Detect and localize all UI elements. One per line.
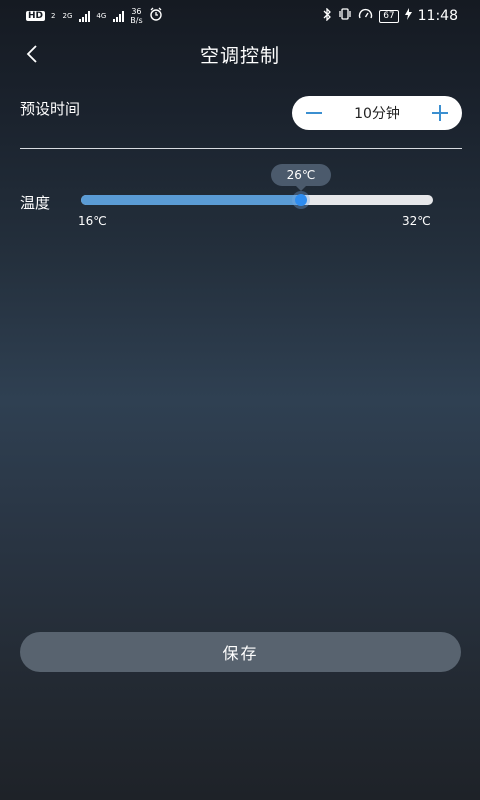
charging-icon (404, 8, 412, 24)
network-type-1: 2G (62, 11, 73, 20)
signal-icon-2 (113, 10, 125, 22)
speedometer-icon (358, 8, 373, 24)
preset-time-row: 预设时间 10分钟 (20, 96, 462, 130)
temperature-label: 温度 (20, 194, 51, 212)
preset-time-label: 预设时间 (20, 100, 81, 118)
temperature-row: 温度 26℃ 16℃ 32℃ (20, 160, 462, 240)
status-left: HD 2 2G 4G 36 B/s (26, 7, 163, 25)
vibrate-icon (338, 8, 352, 24)
save-button[interactable]: 保存 (20, 632, 461, 672)
back-button[interactable] (14, 36, 50, 72)
clock-time: 11:48 (417, 8, 458, 24)
page-title: 空调控制 (199, 44, 280, 67)
bluetooth-icon (323, 6, 332, 25)
bubble-tail (296, 186, 306, 191)
temperature-slider-fill (81, 195, 301, 205)
signal-icon (79, 10, 91, 22)
network-type-2: 4G (96, 11, 107, 20)
preset-time-stepper: 10分钟 (292, 96, 462, 130)
battery-indicator: 67 (379, 9, 399, 23)
plus-icon (431, 105, 448, 121)
network-speed-unit: B/s (130, 16, 143, 25)
temperature-min-label: 16℃ (78, 214, 107, 228)
decrement-button[interactable] (302, 101, 326, 125)
divider (20, 148, 462, 149)
sim-number: 2 (51, 11, 56, 20)
minus-icon (306, 112, 322, 114)
status-right: 67 11:48 (323, 6, 458, 25)
preset-time-value: 10分钟 (354, 106, 400, 122)
chevron-left-icon (26, 45, 37, 63)
top-nav: 空调控制 (0, 32, 480, 76)
network-speed: 36 B/s (130, 7, 142, 25)
network-speed-value: 36 (131, 7, 142, 16)
temperature-value-bubble: 26℃ (271, 164, 331, 186)
alarm-icon (149, 7, 163, 25)
increment-button[interactable] (428, 101, 452, 125)
status-bar: HD 2 2G 4G 36 B/s 67 11:48 (0, 0, 480, 32)
hd-badge: HD (26, 11, 46, 21)
temperature-slider[interactable] (81, 195, 433, 205)
temperature-max-label: 32℃ (402, 214, 431, 228)
temperature-slider-thumb[interactable] (295, 194, 307, 206)
